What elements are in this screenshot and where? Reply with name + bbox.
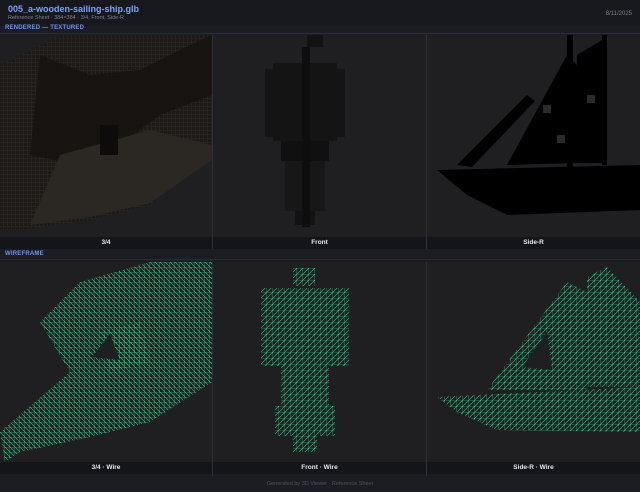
caption-bar: Side-R	[427, 237, 640, 249]
ship-wire-side-right	[437, 267, 640, 432]
view-caption-front: Front	[311, 239, 328, 246]
view-caption-three-quarter: 3/4	[101, 239, 111, 246]
ship-render-front	[265, 35, 345, 227]
sheet-subtitle: Reference Sheet · 384×384 · 3/4, Front, …	[8, 15, 125, 21]
ship-render-side-right	[437, 35, 640, 215]
wire-panel-front[interactable]	[213, 262, 426, 462]
wire-panel-side-right[interactable]	[427, 262, 640, 462]
section-label-rendered: RENDERED — TEXTURED	[5, 25, 85, 31]
footer-credit: Generated by 3D Viewer · Reference Sheet	[266, 481, 374, 487]
section-label-wireframe: WIREFRAME	[5, 251, 44, 257]
view-caption-front-wire: Front · Wire	[301, 464, 338, 471]
caption-bar: Front	[213, 237, 426, 249]
caption-bar: 3/4 · Wire	[0, 462, 212, 474]
wire-panel-three-quarter[interactable]	[0, 262, 212, 462]
ship-wire-front	[261, 268, 349, 452]
sheet-date: 8/11/2025	[605, 11, 632, 17]
view-caption-side-right: Side-R	[523, 239, 544, 246]
ship-render-three-quarter	[0, 35, 212, 230]
view-caption-side-right-wire: Side-R · Wire	[513, 464, 554, 471]
render-panel-side-right[interactable]	[427, 35, 640, 237]
render-panel-three-quarter[interactable]	[0, 35, 212, 237]
ship-wire-three-quarter	[0, 262, 212, 462]
file-title: 005_a-wooden-sailing-ship.glb	[8, 4, 140, 14]
section-divider	[0, 259, 640, 260]
render-panel-front[interactable]	[213, 35, 426, 237]
caption-bar: Front · Wire	[213, 462, 426, 474]
caption-bar: Side-R · Wire	[427, 462, 640, 474]
section-divider	[0, 33, 640, 34]
header: 005_a-wooden-sailing-ship.glb Reference …	[0, 0, 640, 26]
view-caption-three-quarter-wire: 3/4 · Wire	[91, 464, 121, 471]
caption-bar: 3/4	[0, 237, 212, 249]
